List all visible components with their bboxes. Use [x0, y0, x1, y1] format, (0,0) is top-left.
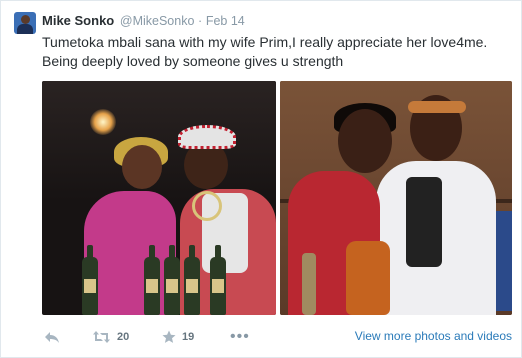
bottle	[164, 245, 180, 315]
avatar[interactable]	[14, 12, 36, 34]
tweet-text-line-1: Tumetoka mbali sana with my wife Prim,I …	[42, 34, 488, 50]
tweet-text: Tumetoka mbali sana with my wife Prim,I …	[42, 33, 512, 71]
woman-head	[338, 109, 392, 173]
reply-icon	[45, 332, 59, 343]
retweet-count: 20	[117, 331, 130, 343]
favorite-count: 19	[182, 331, 195, 343]
woman-head	[122, 145, 162, 189]
tweet-date[interactable]: Feb 14	[206, 14, 245, 28]
jar	[346, 241, 390, 315]
retweet-icon	[93, 331, 110, 343]
bottle	[302, 253, 316, 315]
user-handle[interactable]: @MikeSonko	[120, 14, 195, 28]
bottle	[210, 245, 226, 315]
user-fullname[interactable]: Mike Sonko	[42, 13, 114, 28]
bottle	[144, 245, 160, 315]
tweet-text-line-2: Being deeply loved by someone gives u st…	[42, 53, 344, 69]
favorite-button[interactable]: 19	[162, 327, 194, 347]
more-icon: •••	[230, 328, 250, 345]
retweet-button[interactable]: 20	[92, 327, 129, 347]
man-cap	[178, 125, 236, 149]
bag-strap	[406, 177, 442, 267]
star-icon	[162, 330, 176, 343]
avatar-head	[21, 15, 30, 24]
tweet-photo-right[interactable]	[280, 81, 512, 315]
reply-button[interactable]	[44, 327, 60, 347]
tweet-actions: 20 19 ••• View more photos and videos	[42, 327, 512, 347]
bottle	[82, 245, 98, 315]
view-more-photos-link[interactable]: View more photos and videos	[355, 329, 512, 343]
avatar-body	[17, 24, 33, 34]
separator-dot: ·	[198, 14, 203, 28]
tweet-header: Mike Sonko @MikeSonko · Feb 14	[42, 12, 245, 30]
man-chain	[192, 191, 222, 221]
bottle	[184, 245, 200, 315]
tweet-photo-left[interactable]	[42, 81, 276, 315]
tweet-card: Mike Sonko @MikeSonko · Feb 14 Tumetoka …	[0, 0, 522, 358]
man-headband	[408, 101, 466, 113]
more-button[interactable]: •••	[230, 327, 250, 347]
photo-light	[90, 109, 116, 135]
